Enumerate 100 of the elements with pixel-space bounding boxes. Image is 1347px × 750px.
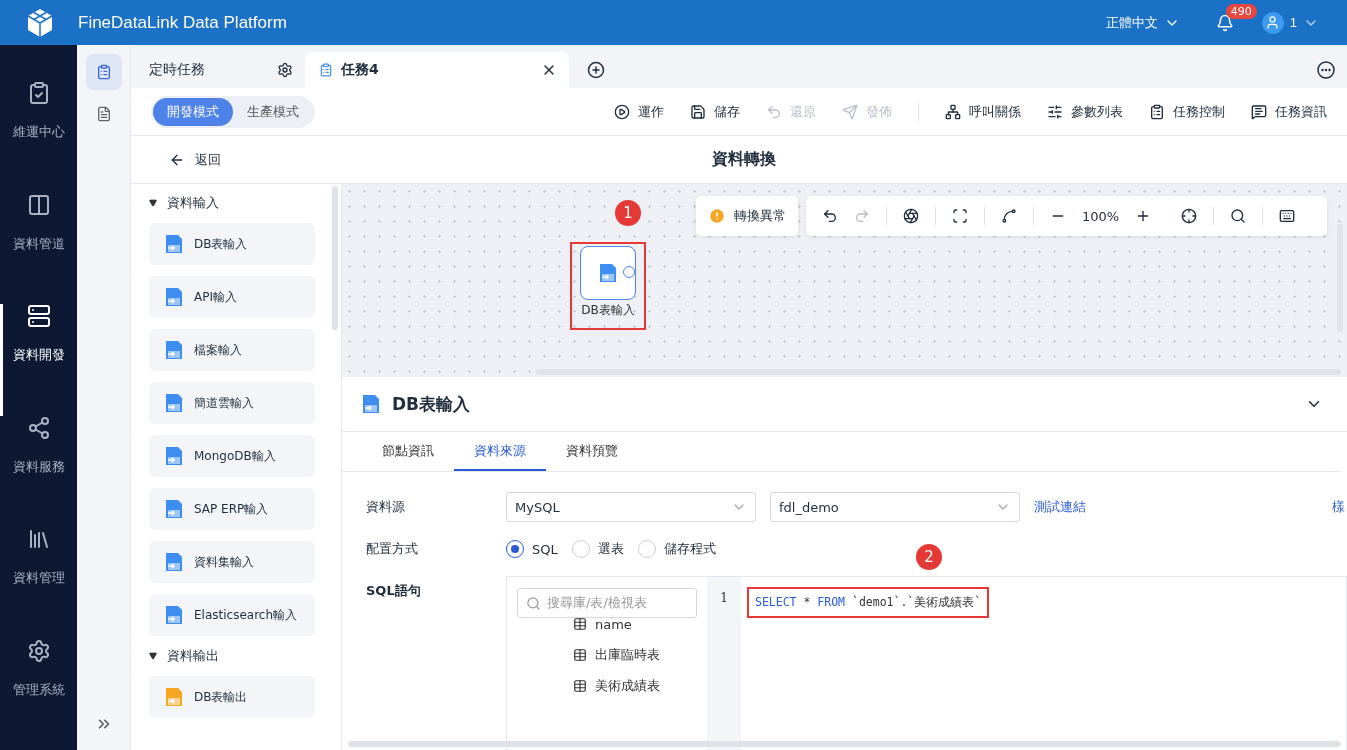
- table-icon: [573, 617, 587, 631]
- clipboard-icon: [319, 63, 333, 77]
- tree-item[interactable]: 出庫臨時表: [573, 645, 697, 665]
- palette-item[interactable]: DB表輸出: [149, 676, 315, 718]
- hierarchy-icon: [945, 103, 961, 120]
- caret-icon: [149, 199, 157, 207]
- mode-toggle[interactable]: 生產模式: [233, 97, 313, 126]
- radio-label: 選表: [597, 540, 624, 558]
- more-button[interactable]: [1317, 61, 1335, 79]
- file-arrow-icon: [163, 686, 185, 708]
- file-arrow-icon: [163, 286, 185, 308]
- connector-icon[interactable]: [1001, 208, 1017, 224]
- file-arrow-icon: [163, 498, 185, 520]
- undo-icon[interactable]: [822, 208, 838, 224]
- tab[interactable]: 定時任務: [135, 52, 305, 88]
- document-icon: [95, 106, 112, 122]
- toolbar-button[interactable]: 運作: [614, 102, 664, 121]
- bell-icon[interactable]: [1215, 13, 1234, 32]
- warning-text: 轉換異常: [734, 207, 786, 225]
- warning-chip[interactable]: 轉換異常: [696, 196, 798, 236]
- user-menu[interactable]: 1: [1255, 10, 1325, 35]
- nav-item[interactable]: 維運中心: [0, 81, 77, 193]
- nav-item[interactable]: 資料管道: [0, 192, 77, 304]
- link[interactable]: 樣: [1332, 498, 1345, 516]
- file-arrow-icon: [163, 551, 185, 573]
- file-arrow-icon: [163, 392, 185, 414]
- palette-item[interactable]: 檔案輸入: [149, 329, 315, 371]
- fit-view-icon[interactable]: [952, 208, 968, 224]
- step-marker: 2: [916, 544, 942, 570]
- server-icon: [26, 304, 51, 328]
- tab[interactable]: 任務4: [305, 52, 569, 88]
- sliders-icon: [1047, 103, 1063, 120]
- clipboard-icon: [95, 64, 112, 80]
- aperture-icon[interactable]: [903, 208, 919, 224]
- toolbar-button[interactable]: 任務資訊: [1251, 102, 1327, 121]
- panel-tab[interactable]: 資料來源: [454, 432, 546, 471]
- field-label: 資料源: [366, 498, 406, 516]
- toolbar-button[interactable]: 參數列表: [1047, 102, 1123, 121]
- file-arrow-icon: [163, 233, 185, 255]
- database-select[interactable]: fdl_demo: [770, 492, 1020, 522]
- nav-item[interactable]: 資料服務: [0, 415, 77, 527]
- field-label: 配置方式: [366, 540, 419, 558]
- sql-code[interactable]: SELECT * FROM `demo1`.`美術成績表`: [747, 587, 990, 618]
- table-input-node[interactable]: [580, 246, 636, 300]
- share-icon: [26, 415, 51, 440]
- columns-icon: [26, 192, 51, 217]
- toolbar-button[interactable]: 任務控制: [1149, 102, 1225, 121]
- cube-logo-icon: [26, 7, 54, 38]
- locate-icon[interactable]: [1181, 208, 1198, 224]
- table-icon: [573, 679, 587, 693]
- toolbar-button[interactable]: 呼叫關係: [945, 102, 1021, 121]
- file-arrow-icon: [163, 339, 185, 361]
- warning-icon: [708, 207, 726, 225]
- sidebar-tab[interactable]: [85, 54, 122, 90]
- message-icon: [1251, 103, 1267, 120]
- undo-icon: [766, 103, 782, 120]
- panel-tab[interactable]: 資料預覽: [546, 432, 638, 471]
- source-select[interactable]: MySQL: [506, 492, 756, 522]
- palette-item[interactable]: Elasticsearch輸入: [149, 594, 315, 636]
- file-arrow-icon: [597, 262, 619, 284]
- file-arrow-icon: [360, 393, 382, 415]
- palette-item[interactable]: MongoDB輸入: [149, 435, 315, 477]
- save-icon: [690, 103, 706, 120]
- plus-circle-icon: [587, 61, 605, 79]
- notification-count: 490: [1225, 3, 1257, 19]
- settings-icon: [26, 638, 51, 663]
- nav-item[interactable]: 管理系統: [0, 638, 77, 750]
- language-dropdown[interactable]: 正體中文: [1099, 12, 1186, 33]
- radio-label: 儲存程式: [663, 540, 716, 558]
- panel-tab[interactable]: 節點資訊: [362, 432, 454, 471]
- panel-title: DB表輸入: [392, 392, 472, 416]
- settings-icon[interactable]: [277, 62, 293, 78]
- caret-icon: [149, 652, 157, 660]
- search-icon[interactable]: [1230, 208, 1247, 224]
- table-icon: [573, 648, 587, 662]
- add-tab-button[interactable]: [587, 61, 605, 79]
- palette-item[interactable]: DB表輸入: [149, 223, 315, 265]
- group-header[interactable]: 資料輸入: [149, 194, 219, 212]
- more-icon: [1317, 61, 1335, 79]
- mode-toggle[interactable]: 開發模式: [153, 97, 233, 126]
- keyboard-icon[interactable]: [1279, 208, 1296, 224]
- toolbar-button[interactable]: 儲存: [690, 102, 740, 121]
- file-arrow-icon: [163, 604, 185, 626]
- clipboard-icon: [1149, 103, 1165, 120]
- nav-item[interactable]: 資料管理: [0, 527, 77, 639]
- search-icon: [526, 595, 541, 611]
- play-icon: [614, 103, 630, 120]
- palette-item[interactable]: API輸入: [149, 276, 315, 318]
- test-connection-link[interactable]: 測試連結: [1034, 498, 1086, 516]
- group-header[interactable]: 資料輸出: [149, 647, 219, 665]
- send-icon: [842, 103, 858, 120]
- palette-item[interactable]: 資料集輸入: [149, 541, 315, 583]
- node-label: DB表輸入: [581, 302, 635, 319]
- step-marker: 1: [615, 200, 641, 226]
- tree-item[interactable]: 美術成績表: [573, 676, 697, 696]
- palette-item[interactable]: SAP ERP輸入: [149, 488, 315, 530]
- page-title: 資料轉換: [712, 149, 776, 170]
- back-button[interactable]: 返回: [163, 149, 227, 170]
- palette-item[interactable]: 簡道雲輸入: [149, 382, 315, 424]
- radio-label: SQL: [532, 541, 558, 557]
